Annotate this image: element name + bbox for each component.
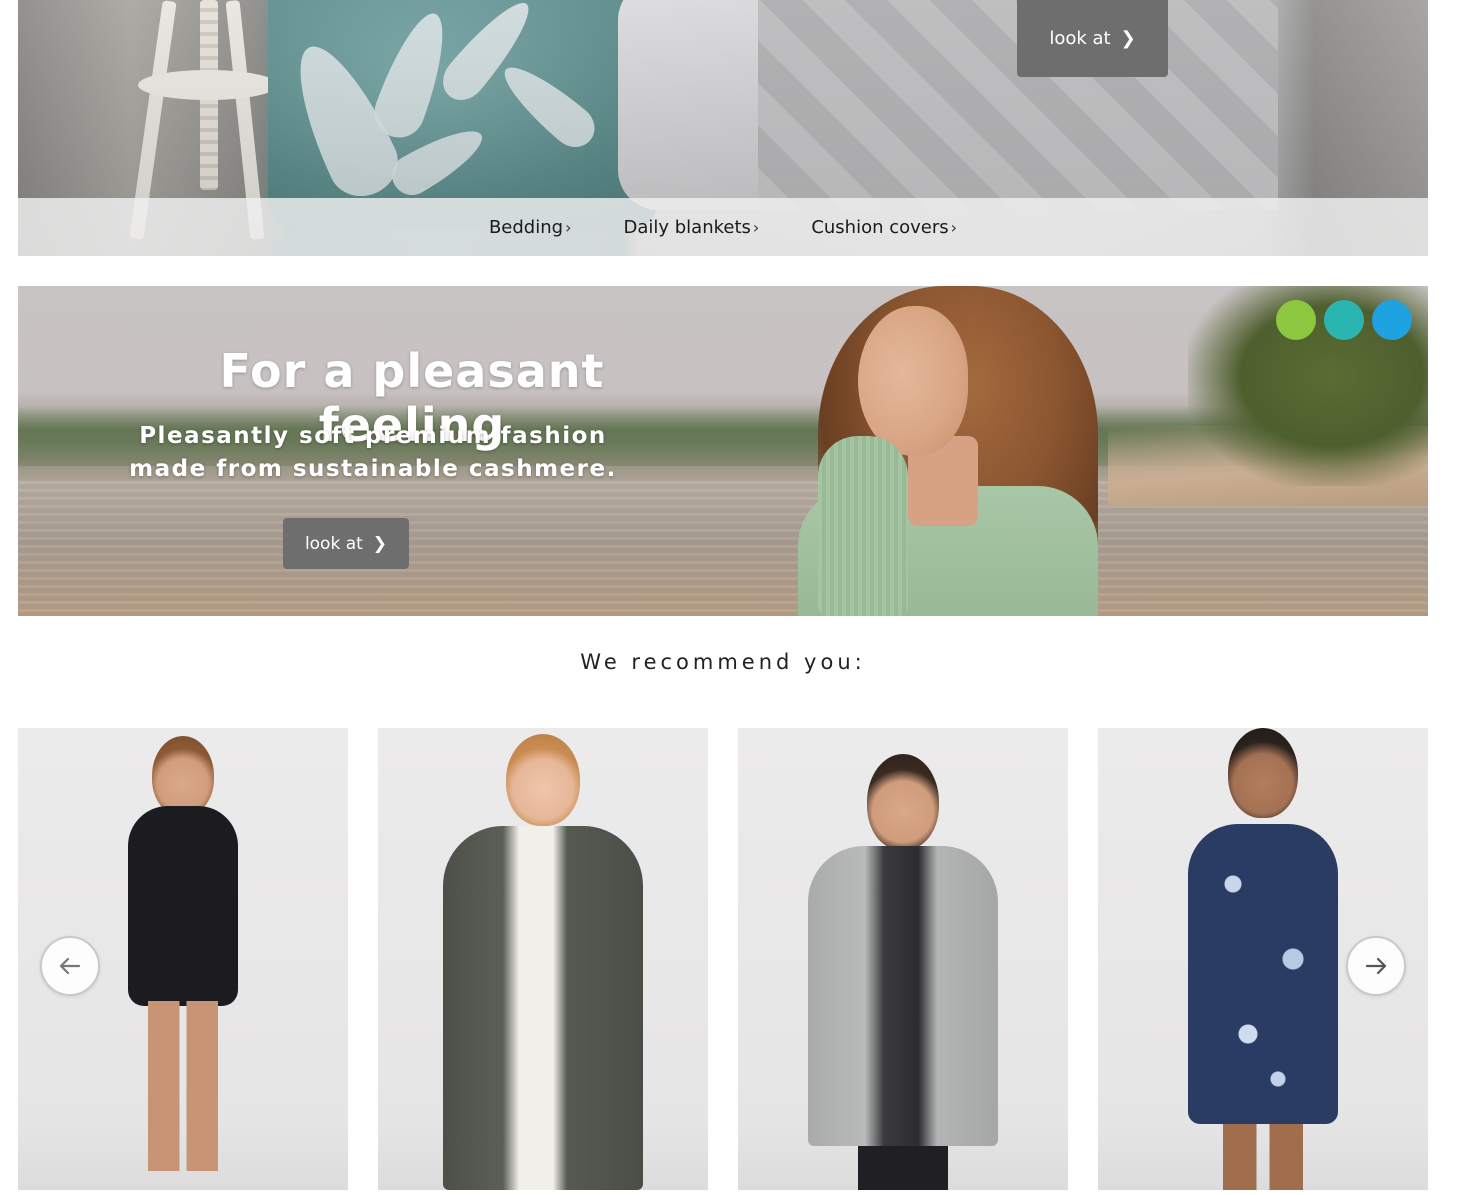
- color-dot-teal: [1324, 300, 1364, 340]
- cashmere-subtitle-line: Pleasantly soft premium fashion: [139, 423, 607, 449]
- cashmere-subtitle: Pleasantly soft premium fashion made fro…: [118, 420, 628, 486]
- product-carousel: [18, 728, 1428, 1190]
- grey-long-cardigan-image: [793, 754, 1013, 1190]
- black-wrap-dress-image: [113, 736, 253, 1186]
- page: look at ❯ Bedding › Daily blankets › Cushi…: [0, 0, 1480, 1195]
- subnav-link-label: Daily blankets: [623, 216, 751, 238]
- bedding-banner[interactable]: look at ❯ Bedding › Daily blankets › Cushi…: [18, 0, 1428, 256]
- carousel-prev-button[interactable]: [40, 936, 100, 996]
- look-at-label: look at: [304, 533, 363, 554]
- subnav-link-label: Cushion covers: [811, 216, 949, 238]
- product-card[interactable]: [378, 728, 708, 1190]
- color-dot-green: [1276, 300, 1316, 340]
- chevron-right-icon: ›: [950, 217, 958, 237]
- subnav-link-label: Bedding: [488, 216, 564, 238]
- model-in-green-cardigan-image: [798, 286, 1118, 616]
- blue-floral-dress-image: [1183, 728, 1343, 1190]
- carousel-next-button[interactable]: [1346, 936, 1406, 996]
- chevron-right-icon: ❯: [372, 533, 388, 554]
- subnav-link-daily-blankets[interactable]: Daily blankets ›: [623, 217, 759, 238]
- color-dots: [1276, 300, 1412, 340]
- arrow-left-icon: [59, 957, 81, 975]
- chevron-right-icon: ❯: [1120, 28, 1136, 49]
- chevron-right-icon: ›: [565, 217, 572, 237]
- recommend-heading: We recommend you:: [580, 650, 866, 674]
- product-card[interactable]: [738, 728, 1068, 1190]
- bedding-look-at-button[interactable]: look at ❯: [1017, 0, 1168, 77]
- subnav-link-bedding[interactable]: Bedding ›: [489, 217, 572, 238]
- arrow-right-icon: [1365, 957, 1387, 975]
- dark-green-long-cardigan-image: [423, 734, 663, 1190]
- look-at-label: look at: [1049, 28, 1111, 49]
- color-dot-blue: [1372, 300, 1412, 340]
- chevron-right-icon: ›: [752, 217, 760, 237]
- cashmere-look-at-button[interactable]: look at ❯: [283, 518, 409, 569]
- cashmere-banner[interactable]: For a pleasant feeling Pleasantly soft p…: [18, 286, 1428, 616]
- subnav-link-cushion-covers[interactable]: Cushion covers ›: [811, 217, 957, 238]
- bedding-subnav: Bedding › Daily blankets › Cushion covers ›: [18, 198, 1428, 256]
- cashmere-subtitle-line: made from sustainable cashmere.: [129, 456, 617, 482]
